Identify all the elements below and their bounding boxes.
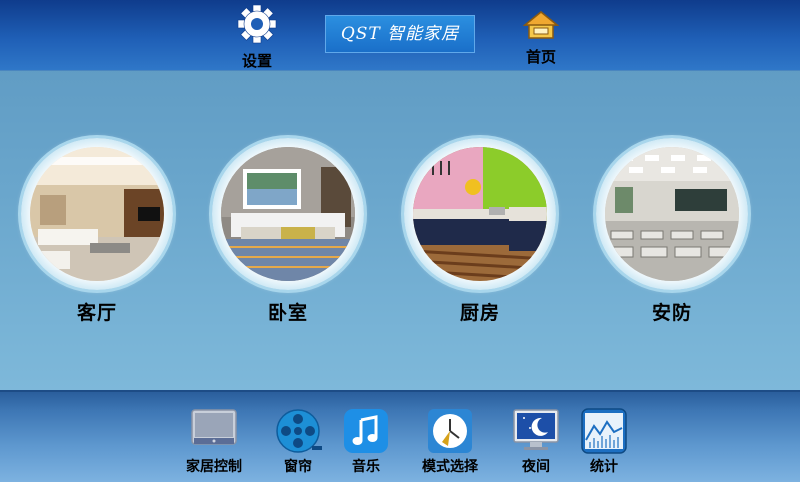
dock-home-control[interactable]: 家居控制 xyxy=(176,408,252,476)
room-living-button[interactable]: 客厅 xyxy=(17,138,177,325)
room-kitchen-button[interactable]: 厨房 xyxy=(400,138,560,325)
room-kitchen-label: 厨房 xyxy=(459,302,500,324)
security-frame xyxy=(596,138,748,290)
home-button[interactable]: 首页 xyxy=(510,10,572,67)
dock-music-label: 音乐 xyxy=(352,459,380,475)
top-bar: 设置 QST 智能家居 首页 xyxy=(0,0,800,71)
night-moon-icon xyxy=(512,408,560,454)
room-bedroom-button[interactable]: 卧室 xyxy=(208,138,368,325)
music-note-icon xyxy=(342,408,390,454)
home-label: 首页 xyxy=(525,48,556,66)
house-icon xyxy=(522,11,560,39)
monitor-icon xyxy=(190,408,238,454)
bedroom-photo xyxy=(221,147,355,281)
room-security-label: 安防 xyxy=(651,302,692,324)
living-room-frame xyxy=(21,138,173,290)
dock-statistics[interactable]: 统计 xyxy=(578,408,630,476)
dock-mode-select[interactable]: 模式选择 xyxy=(414,408,486,476)
room-security-button[interactable]: 安防 xyxy=(592,138,752,325)
settings-button[interactable]: 设置 xyxy=(226,4,288,71)
clock-icon xyxy=(426,408,474,454)
kitchen-frame xyxy=(404,138,556,290)
bottom-dock: 家居控制 窗帘 音乐 模式选择 夜间 统计 xyxy=(0,390,800,482)
bedroom-frame xyxy=(212,138,364,290)
dock-music[interactable]: 音乐 xyxy=(340,408,392,476)
dock-statistics-label: 统计 xyxy=(590,459,618,475)
dock-curtain-label: 窗帘 xyxy=(284,459,312,475)
room-bedroom-label: 卧室 xyxy=(267,302,308,324)
security-classroom-photo xyxy=(605,147,739,281)
chart-icon xyxy=(580,408,628,454)
room-living-label: 客厅 xyxy=(76,302,117,324)
dock-mode-select-label: 模式选择 xyxy=(422,459,478,475)
dock-night[interactable]: 夜间 xyxy=(510,408,562,476)
dock-night-label: 夜间 xyxy=(522,459,550,475)
dock-curtain[interactable]: 窗帘 xyxy=(272,408,324,476)
living-room-photo xyxy=(30,147,164,281)
gear-icon xyxy=(237,4,277,44)
film-reel-icon xyxy=(274,408,322,454)
settings-label: 设置 xyxy=(241,52,272,70)
dock-home-control-label: 家居控制 xyxy=(186,459,242,475)
brand-banner: QST 智能家居 xyxy=(325,15,475,53)
kitchen-photo xyxy=(413,147,547,281)
